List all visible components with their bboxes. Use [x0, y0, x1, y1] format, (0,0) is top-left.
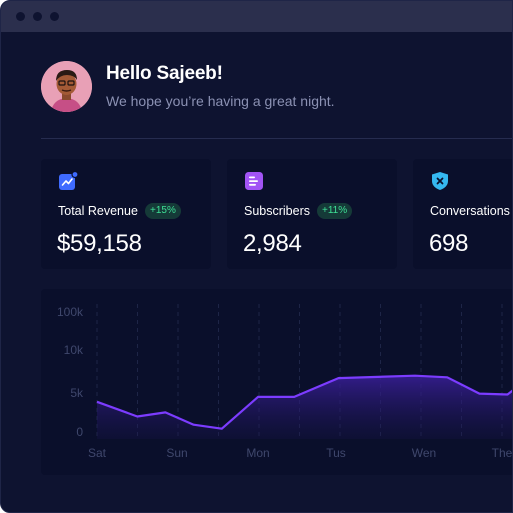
chart-area-fill	[97, 375, 512, 439]
avatar[interactable]	[41, 61, 92, 112]
y-tick-label: 10k	[64, 343, 84, 357]
x-tick-label: Mon	[246, 446, 269, 460]
maximize-window-dot[interactable]	[50, 12, 59, 21]
document-list-icon	[245, 172, 263, 190]
subscribers-card[interactable]: Subscribers +11% 2,984	[227, 159, 397, 269]
shield-x-icon	[432, 172, 448, 190]
conversations-label: Conversations	[430, 204, 510, 218]
subscribers-change-badge: +11%	[317, 203, 353, 219]
minimize-window-dot[interactable]	[33, 12, 42, 21]
app-window: Hello Sajeeb! We hope you’re having a gr…	[0, 0, 513, 513]
close-window-dot[interactable]	[16, 12, 25, 21]
subscribers-label: Subscribers	[244, 204, 310, 218]
activity-chart-svg: 100k 10k 5k 0 Sat Sun Mon Tus Wen The	[57, 304, 513, 460]
y-tick-label: 100k	[57, 305, 84, 319]
greeting-subtitle: We hope you’re having a great night.	[106, 93, 335, 109]
trending-chart-icon	[59, 171, 78, 190]
conversations-card[interactable]: Conversations 698	[413, 159, 512, 269]
total-revenue-value: $59,158	[57, 230, 142, 257]
x-tick-label: Wen	[412, 446, 436, 460]
total-revenue-label: Total Revenue	[58, 204, 138, 218]
avatar-illustration	[41, 61, 92, 112]
header-divider	[41, 138, 512, 139]
y-tick-label: 0	[76, 425, 83, 439]
greeting-title: Hello Sajeeb!	[106, 63, 223, 84]
revenue-change-badge: +15%	[145, 203, 181, 219]
total-revenue-card[interactable]: Total Revenue +15% $59,158	[41, 159, 211, 269]
y-tick-label: 5k	[70, 386, 84, 400]
subscribers-value: 2,984	[243, 230, 302, 257]
conversations-value: 698	[429, 230, 469, 257]
activity-chart: 100k 10k 5k 0 Sat Sun Mon Tus Wen The	[41, 289, 513, 475]
x-tick-label: Sun	[166, 446, 187, 460]
title-bar	[1, 1, 512, 32]
x-tick-label: Tus	[326, 446, 346, 460]
x-tick-label: Sat	[88, 446, 107, 460]
x-tick-label: The	[492, 446, 513, 460]
